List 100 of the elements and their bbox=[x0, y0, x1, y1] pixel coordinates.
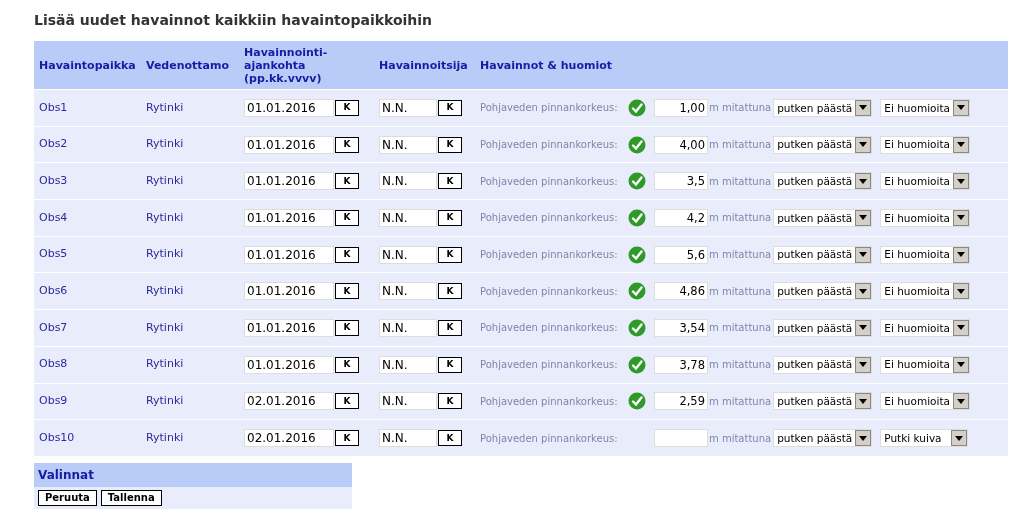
place-link[interactable]: Obs8 bbox=[39, 356, 146, 373]
intake-link[interactable]: Rytinki bbox=[146, 172, 244, 190]
note-select[interactable]: Ei huomioita bbox=[880, 245, 970, 264]
water-level-field[interactable] bbox=[654, 429, 708, 448]
water-level-field[interactable]: 3,5 bbox=[654, 172, 708, 191]
date-field[interactable]: 01.01.2016 bbox=[244, 172, 334, 191]
water-level-field[interactable]: 1,00 bbox=[654, 98, 708, 117]
intake-link[interactable]: Rytinki bbox=[146, 429, 244, 447]
water-level-field[interactable]: 4,2 bbox=[654, 208, 708, 227]
method-select[interactable]: putken päästä bbox=[773, 392, 873, 411]
intake-link[interactable]: Rytinki bbox=[146, 99, 244, 117]
calendar-button[interactable]: K bbox=[335, 246, 359, 263]
observer-field[interactable]: N.N. bbox=[379, 318, 437, 337]
method-select[interactable]: putken päästä bbox=[773, 245, 873, 264]
note-select[interactable]: Ei huomioita bbox=[880, 318, 970, 337]
place-link[interactable]: Obs1 bbox=[39, 99, 146, 117]
intake-link[interactable]: Rytinki bbox=[146, 209, 244, 227]
method-select[interactable]: putken päästä bbox=[773, 429, 873, 448]
observer-field[interactable]: N.N. bbox=[379, 429, 437, 448]
note-select[interactable]: Ei huomioita bbox=[880, 282, 970, 301]
observer-field[interactable]: N.N. bbox=[379, 135, 437, 154]
unit-label: m mitattuna bbox=[708, 211, 773, 226]
intake-link[interactable]: Rytinki bbox=[146, 246, 244, 263]
water-level-field[interactable]: 2,59 bbox=[654, 392, 708, 411]
calendar-button[interactable]: K bbox=[438, 136, 462, 153]
calendar-button[interactable]: K bbox=[335, 283, 359, 300]
place-link[interactable]: Obs2 bbox=[39, 136, 146, 153]
note-select[interactable]: Ei huomioita bbox=[880, 208, 970, 227]
method-select[interactable]: putken päästä bbox=[773, 282, 873, 301]
water-level-label: Pohjaveden pinnankorkeus: bbox=[480, 358, 619, 373]
date-field[interactable]: 02.01.2016 bbox=[244, 429, 334, 448]
calendar-button[interactable]: K bbox=[438, 283, 462, 300]
method-select[interactable]: putken päästä bbox=[773, 355, 873, 374]
observer-field[interactable]: N.N. bbox=[379, 282, 437, 301]
calendar-button[interactable]: K bbox=[438, 246, 462, 263]
note-select[interactable]: Ei huomioita bbox=[880, 355, 970, 374]
calendar-button[interactable]: K bbox=[335, 99, 359, 116]
intake-link[interactable]: Rytinki bbox=[146, 136, 244, 153]
calendar-button[interactable]: K bbox=[438, 209, 462, 226]
note-select[interactable]: Putki kuiva bbox=[880, 429, 969, 448]
action-button[interactable]: Tallenna bbox=[100, 489, 162, 506]
calendar-button[interactable]: K bbox=[438, 319, 462, 336]
water-level-field[interactable]: 3,54 bbox=[654, 318, 708, 337]
calendar-button[interactable]: K bbox=[438, 99, 462, 116]
intake-link[interactable]: Rytinki bbox=[146, 319, 244, 337]
observer-field[interactable]: N.N. bbox=[379, 208, 437, 227]
calendar-button[interactable]: K bbox=[438, 430, 462, 447]
date-field[interactable]: 02.01.2016 bbox=[244, 392, 334, 411]
note-select[interactable]: Ei huomioita bbox=[880, 392, 970, 411]
calendar-button[interactable]: K bbox=[438, 173, 462, 190]
calendar-button[interactable]: K bbox=[335, 136, 359, 153]
place-link[interactable]: Obs9 bbox=[39, 393, 146, 410]
place-link[interactable]: Obs4 bbox=[39, 209, 146, 227]
calendar-button[interactable]: K bbox=[438, 393, 462, 410]
method-select[interactable]: putken päästä bbox=[773, 172, 873, 191]
intake-link[interactable]: Rytinki bbox=[146, 393, 244, 410]
intake-link[interactable]: Rytinki bbox=[146, 356, 244, 373]
place-link[interactable]: Obs10 bbox=[39, 429, 146, 447]
water-level-field[interactable]: 3,78 bbox=[654, 355, 708, 374]
place-link[interactable]: Obs6 bbox=[39, 283, 146, 300]
calendar-button[interactable]: K bbox=[335, 430, 359, 447]
date-field[interactable]: 01.01.2016 bbox=[244, 245, 334, 264]
water-level-field[interactable]: 5,6 bbox=[654, 245, 708, 264]
observer-field[interactable]: N.N. bbox=[379, 245, 437, 264]
method-select[interactable]: putken päästä bbox=[773, 208, 873, 227]
water-level-label: Pohjaveden pinnankorkeus: bbox=[480, 321, 619, 336]
observer-field[interactable]: N.N. bbox=[379, 98, 437, 117]
calendar-button[interactable]: K bbox=[335, 209, 359, 226]
date-field[interactable]: 01.01.2016 bbox=[244, 98, 334, 117]
date-field[interactable]: 01.01.2016 bbox=[244, 135, 334, 154]
method-select[interactable]: putken päästä bbox=[773, 318, 873, 337]
calendar-button[interactable]: K bbox=[335, 319, 359, 336]
place-link[interactable]: Obs7 bbox=[39, 319, 146, 337]
observer-field[interactable]: N.N. bbox=[379, 172, 437, 191]
water-level-field[interactable]: 4,00 bbox=[654, 135, 708, 154]
water-level-label: Pohjaveden pinnankorkeus: bbox=[480, 394, 619, 409]
water-level-field[interactable]: 4,86 bbox=[654, 282, 708, 301]
action-button[interactable]: Peruuta bbox=[38, 489, 97, 506]
place-link[interactable]: Obs5 bbox=[39, 246, 146, 263]
check-icon bbox=[628, 282, 646, 301]
unit-label: m mitattuna bbox=[708, 284, 773, 299]
observer-field[interactable]: N.N. bbox=[379, 392, 437, 411]
calendar-button[interactable]: K bbox=[438, 356, 462, 373]
calendar-button[interactable]: K bbox=[335, 173, 359, 190]
calendar-button[interactable]: K bbox=[335, 393, 359, 410]
note-select[interactable]: Ei huomioita bbox=[880, 98, 970, 117]
calendar-button[interactable]: K bbox=[335, 356, 359, 373]
water-level-label: Pohjaveden pinnankorkeus: bbox=[480, 138, 619, 153]
note-select[interactable]: Ei huomioita bbox=[880, 135, 970, 154]
date-field[interactable]: 01.01.2016 bbox=[244, 318, 334, 337]
water-level-label: Pohjaveden pinnankorkeus: bbox=[480, 284, 619, 299]
place-link[interactable]: Obs3 bbox=[39, 172, 146, 190]
date-field[interactable]: 01.01.2016 bbox=[244, 208, 334, 227]
method-select[interactable]: putken päästä bbox=[773, 98, 873, 117]
intake-link[interactable]: Rytinki bbox=[146, 283, 244, 300]
date-field[interactable]: 01.01.2016 bbox=[244, 282, 334, 301]
note-select[interactable]: Ei huomioita bbox=[880, 172, 970, 191]
method-select[interactable]: putken päästä bbox=[773, 135, 873, 154]
observer-field[interactable]: N.N. bbox=[379, 355, 437, 374]
date-field[interactable]: 01.01.2016 bbox=[244, 355, 334, 374]
